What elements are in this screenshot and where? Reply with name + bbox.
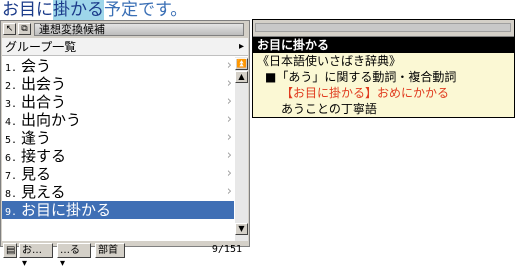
scroll-top-icon[interactable]: ⏫ [235,58,248,70]
candidate-title: 連想変換候補 [34,23,244,36]
chevron-right-icon: › [226,130,232,145]
candidate-scrollbar[interactable]: ⏫ ▲ ▼ [235,57,248,241]
dictionary-titlebar[interactable] [253,20,514,37]
copy-icon[interactable]: ⧉ [18,23,31,35]
candidate-item-5[interactable]: 5. 逢う › [2,129,234,147]
chevron-right-icon: ▸ [238,41,244,52]
dictionary-definition: あうことの丁寧語 [281,102,377,116]
candidate-window: ↖ ⧉ 連想変換候補 グループ一覧 ▸ 1. 会う › 2. 出会う › 3. 出合う › … [0,20,250,269]
dictionary-source: 《日本語使いさばき辞典》 [257,54,402,68]
candidate-item-7[interactable]: 7. 見る › [2,165,234,183]
ime-composition-line: お目に掛かる予定です。 [2,0,188,22]
candidate-bottom-bar: ▤ お… ▾ …る ▾ 部首 9/151 [2,242,248,269]
scroll-up-icon[interactable]: ▲ [235,71,248,83]
chevron-right-icon: › [226,112,232,127]
composition-selected-clause[interactable]: 掛かる [53,0,104,20]
composition-converted: お目に [2,0,53,22]
candidate-titlebar: ↖ ⧉ 連想変換候補 [2,22,248,37]
chevron-right-icon: › [226,76,232,91]
chevron-right-icon: › [226,148,232,163]
dictionary-category: ■「あう」に関する動詞・複合動詞 [265,70,457,84]
dictionary-entry-reading: 【お目に掛かる】おめにかかる [281,86,450,100]
candidate-item-1[interactable]: 1. 会う › [2,57,234,75]
dictionary-popup: お目に掛かる 《日本語使いさばき辞典》 ■「あう」に関する動詞・複合動詞 【お目… [252,19,515,118]
candidate-item-4[interactable]: 4. 出向かう › [2,111,234,129]
chevron-right-icon: › [226,94,232,109]
candidate-item-9-selected[interactable]: 9. お目に掛かる [2,201,234,219]
composition-unconverted: 予定です。 [104,0,188,21]
chevron-right-icon: › [226,58,232,73]
scroll-down-icon[interactable]: ▼ [235,223,248,235]
chevron-right-icon: › [226,184,232,199]
candidate-item-6[interactable]: 6. 接する › [2,147,234,165]
pointer-icon[interactable]: ↖ [3,23,16,35]
dictionary-headword: お目に掛かる [253,37,514,53]
document-icon[interactable]: ▤ [3,243,17,258]
chevron-right-icon: › [226,166,232,181]
candidate-item-8[interactable]: 8. 見える › [2,183,234,201]
candidate-item-2[interactable]: 2. 出会う › [2,75,234,93]
prefix-filter-button[interactable]: お… ▾ [19,243,53,269]
radical-button[interactable]: 部首 [95,243,125,258]
group-list-label: グループ一覧 [5,40,77,54]
candidate-item-3[interactable]: 3. 出合う › [2,93,234,111]
candidate-list: グループ一覧 ▸ 1. 会う › 2. 出会う › 3. 出合う › 4. 出向かう › 5. 逢… [2,38,248,241]
suffix-filter-button[interactable]: …る ▾ [57,243,91,269]
candidate-count: 9/151 [211,244,242,255]
dictionary-drag-bar[interactable] [255,23,511,32]
group-list-row[interactable]: グループ一覧 ▸ [2,38,248,56]
